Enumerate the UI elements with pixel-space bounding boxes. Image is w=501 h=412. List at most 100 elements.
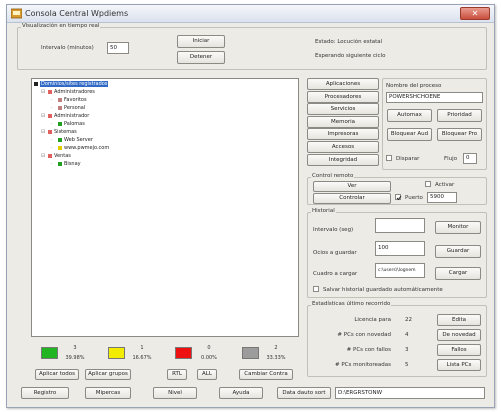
tree-node-label: Palomas xyxy=(64,121,85,127)
tab-0[interactable]: Aplicaciones xyxy=(307,78,379,90)
title-bar: Consola Central Wpdiems ✕ xyxy=(7,5,494,23)
footer-button-1[interactable]: Mipercas xyxy=(85,387,131,399)
process-button-priority[interactable]: Prioridad xyxy=(437,109,482,122)
close-button[interactable]: ✕ xyxy=(460,7,490,20)
process-name-input[interactable]: POWERSHCHOENE xyxy=(386,92,483,103)
action-button-4[interactable]: Cambiar Contra xyxy=(239,369,293,380)
status-dot-icon xyxy=(48,129,52,134)
status-dot-icon xyxy=(48,89,52,94)
stats-row-button[interactable]: De novedad xyxy=(437,329,481,341)
status-dot-icon xyxy=(58,121,62,126)
auto-save-label: Salvar historial guardado automáticament… xyxy=(323,287,443,293)
tree-branch-icon: · xyxy=(51,97,53,103)
tree-node[interactable]: ⊟ Sistemas xyxy=(41,129,77,135)
legend-swatch xyxy=(41,347,58,359)
tree-expand-icon[interactable]: ⊟ xyxy=(41,153,45,159)
port-checkbox[interactable] xyxy=(395,194,402,201)
tree-node[interactable]: · Favoritos xyxy=(51,97,87,103)
auto-save-checkbox[interactable] xyxy=(313,286,319,292)
history-interval-input[interactable] xyxy=(375,218,425,233)
legend-swatch xyxy=(175,347,192,359)
trigger-label: Disparar xyxy=(396,156,420,162)
stats-row-value: 4 xyxy=(405,332,409,338)
threshold-label: Flujo xyxy=(444,156,458,162)
activate-label: Activar xyxy=(435,182,455,188)
start-button[interactable]: Iniciar xyxy=(177,35,225,48)
legend-percent: 39.98% xyxy=(65,355,85,361)
tree-branch-icon: · xyxy=(51,121,53,127)
footer-path-field[interactable]: D:\ERGRSTONW xyxy=(335,387,485,399)
control-button[interactable]: Controlar xyxy=(313,193,391,204)
tree-node[interactable]: ⊟ Administradores xyxy=(41,89,95,95)
legend-count: 1 xyxy=(140,345,144,351)
history-interval-label: Intervalo (seg) xyxy=(313,227,354,233)
process-button-automax[interactable]: Automax xyxy=(387,109,432,122)
tree-branch-icon: · xyxy=(51,137,53,143)
trigger-checkbox[interactable] xyxy=(386,155,392,161)
tab-4[interactable]: Impresoras xyxy=(307,128,379,141)
view-button[interactable]: Ver xyxy=(313,181,391,192)
process-name-label: Nombre del proceso xyxy=(386,83,442,89)
tree-node[interactable]: · Bisnay xyxy=(51,161,81,167)
legend-count: 0 xyxy=(207,345,211,351)
tree-branch-icon: · xyxy=(51,161,53,167)
legend-percent: 0.00% xyxy=(201,355,217,361)
action-button-1[interactable]: Aplicar grupos xyxy=(85,369,131,380)
legend-percent: 16.67% xyxy=(132,355,152,361)
tree-node[interactable]: ⊟ Ventas xyxy=(41,153,71,159)
load-file-input[interactable]: c:\users\\lognem xyxy=(375,263,425,278)
footer-button-0[interactable]: Registro xyxy=(21,387,69,399)
tree-node-label: Administradores xyxy=(54,89,95,95)
tab-3[interactable]: Memoria xyxy=(307,115,379,128)
threshold-input[interactable]: 0 xyxy=(463,153,477,164)
stats-row-button[interactable]: Edita xyxy=(437,314,481,326)
monitor-button[interactable]: Monitor xyxy=(435,221,481,234)
port-input[interactable]: 5900 xyxy=(427,192,457,203)
tree-node[interactable]: ⊟ Administrador xyxy=(41,113,89,119)
tab-5[interactable]: Accesos xyxy=(307,141,379,153)
port-label: Puerto xyxy=(405,195,423,201)
tab-1[interactable]: Procesadores xyxy=(307,90,379,103)
activate-checkbox[interactable] xyxy=(425,181,431,187)
save-button[interactable]: Guardar xyxy=(435,245,481,258)
tree-node-label: Ventas xyxy=(54,153,71,159)
tree-expand-icon[interactable]: ⊟ xyxy=(41,89,45,95)
status-dot-icon xyxy=(58,137,62,142)
load-button[interactable]: Cargar xyxy=(435,267,481,280)
save-count-input[interactable]: 100 xyxy=(375,241,425,256)
stats-group-label: Estadísticas último recorrido xyxy=(311,301,392,307)
footer-button-4[interactable]: Data dauto sort xyxy=(277,387,331,399)
action-button-0[interactable]: Aplicar todos xyxy=(35,369,79,380)
tree-expand-icon[interactable]: ⊟ xyxy=(41,129,45,135)
tree-expand-icon[interactable]: ⊟ xyxy=(41,113,45,119)
status-dot-icon xyxy=(58,145,62,150)
tab-6[interactable]: Integridad xyxy=(307,153,379,166)
action-button-3[interactable]: ALL xyxy=(197,369,217,380)
window-title: Consola Central Wpdiems xyxy=(25,9,129,18)
tree-node-label: Bisnay xyxy=(64,161,81,167)
tree-node[interactable]: · www.pwmejo.com xyxy=(51,145,110,151)
tab-2[interactable]: Servicios xyxy=(307,103,379,116)
main-window: Consola Central Wpdiems ✕ Visualización … xyxy=(6,4,495,408)
stats-row-button[interactable]: Fallos xyxy=(437,344,481,356)
legend-swatch xyxy=(242,347,259,359)
process-button-block-pro[interactable]: Bloquear Pro xyxy=(437,128,482,141)
interval-input[interactable]: 50 xyxy=(107,42,129,54)
close-x-icon: ✕ xyxy=(471,9,479,18)
footer-button-2[interactable]: Nivel xyxy=(153,387,197,399)
tree-node[interactable]: · Web Server xyxy=(51,137,93,143)
legend-count: 3 xyxy=(73,345,77,351)
tree-node-label: www.pwmejo.com xyxy=(64,145,110,151)
tree-node[interactable]: · Palomas xyxy=(51,121,85,127)
stop-button[interactable]: Detener xyxy=(177,51,225,64)
action-button-2[interactable]: RTL xyxy=(167,369,187,380)
domain-tree[interactable]: Dominios/sites registrados ⊟ Administrador… xyxy=(31,78,299,337)
stats-row-button[interactable]: Lista PCs xyxy=(437,359,481,371)
tree-node[interactable]: Dominios/sites registrados xyxy=(34,81,109,87)
stats-row-label: # PCs monitoreadas xyxy=(334,362,391,368)
process-button-block-aud[interactable]: Bloquear Aud xyxy=(387,128,432,141)
tree-node-label: Sistemas xyxy=(54,129,77,135)
footer-button-3[interactable]: Ayuda xyxy=(219,387,263,399)
tree-node[interactable]: · Personal xyxy=(51,105,85,111)
status-dot-icon xyxy=(58,105,62,110)
